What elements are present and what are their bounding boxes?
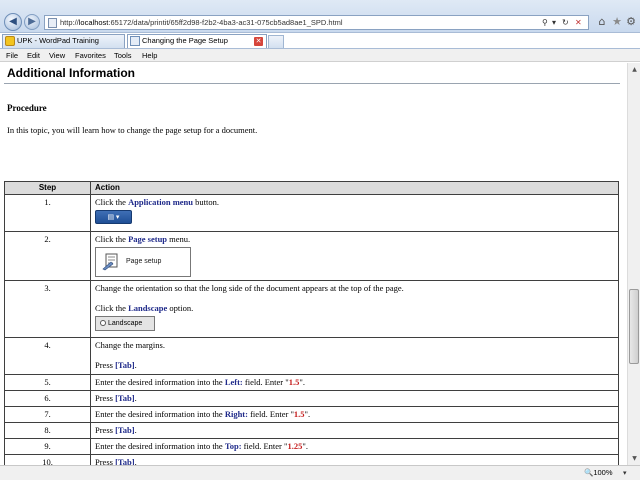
tab-upk-wordpad-training[interactable]: UPK - WordPad Training (2, 34, 125, 48)
upk-icon (5, 36, 15, 46)
step-action: Change the margins. Press [Tab]. (90, 337, 619, 375)
chevron-down-icon[interactable]: ▾ (623, 467, 627, 479)
steps-table: Step Action 1. Click the Application men… (4, 181, 619, 465)
column-header-action: Action (90, 181, 619, 195)
address-bar[interactable]: http://localhost:65172/data/printit/65ff… (44, 15, 589, 30)
page-icon (130, 36, 140, 46)
refresh-icon[interactable]: ↻ (562, 17, 569, 29)
table-row: 10. Press [Tab]. (4, 454, 619, 465)
ui-term: [Tab] (115, 360, 135, 370)
menu-favorites[interactable]: Favorites (75, 49, 106, 62)
menu-tools[interactable]: Tools (114, 49, 132, 62)
divider (4, 83, 620, 84)
step-number: 3. (4, 280, 91, 338)
vertical-scrollbar[interactable]: ▲ ▼ (627, 63, 640, 465)
menu-help[interactable]: Help (142, 49, 157, 62)
step-action: Press [Tab]. (90, 390, 619, 407)
ui-term: Top: (224, 441, 242, 451)
menu-file[interactable]: File (6, 49, 18, 62)
column-header-step: Step (4, 181, 91, 195)
step-action: Enter the desired information into the T… (90, 438, 619, 455)
page-setup-icon (102, 253, 118, 271)
table-row: 4. Change the margins. Press [Tab]. (4, 337, 619, 375)
intro-text: In this topic, you will learn how to cha… (7, 125, 258, 135)
table-row: 6. Press [Tab]. (4, 390, 619, 407)
landscape-option-screenshot: Landscape (95, 316, 155, 331)
star-icon[interactable]: ★ (610, 15, 624, 29)
new-tab-button[interactable] (268, 35, 284, 48)
step-action: Change the orientation so that the long … (90, 280, 619, 338)
step-action: Click the Application menu button. ▤ ▾ (90, 194, 619, 232)
step-number: 4. (4, 337, 91, 375)
ui-term: Left: (224, 377, 243, 387)
url-text[interactable]: http://localhost:65172/data/printit/65ff… (60, 17, 343, 29)
forward-arrow-icon[interactable]: ▶ (24, 14, 40, 30)
table-row: 7. Enter the desired information into th… (4, 406, 619, 423)
menu-view[interactable]: View (49, 49, 65, 62)
status-bar: 🔍100% ▾ (0, 465, 640, 480)
scroll-down-icon[interactable]: ▼ (629, 453, 640, 464)
step-action: Enter the desired information into the R… (90, 406, 619, 423)
chevron-down-icon[interactable]: ▾ (552, 17, 556, 29)
application-menu-button-screenshot: ▤ ▾ (95, 210, 132, 224)
ui-term: [Tab] (115, 393, 135, 403)
zoom-level[interactable]: 🔍100% (584, 467, 613, 479)
tab-label: UPK - WordPad Training (17, 36, 99, 45)
step-number: 7. (4, 406, 91, 423)
step-action: Enter the desired information into the L… (90, 374, 619, 391)
input-value: 1.5 (288, 377, 300, 387)
ui-term: Application menu (128, 197, 194, 207)
browser-toolbar: ◀ ▶ http://localhost:65172/data/printit/… (0, 0, 640, 33)
page-setup-label: Page setup (126, 258, 162, 265)
table-row: 1. Click the Application menu button. ▤ … (4, 194, 619, 232)
step-number: 9. (4, 438, 91, 455)
ui-term: Right: (224, 409, 248, 419)
table-row: 8. Press [Tab]. (4, 422, 619, 439)
step-number: 5. (4, 374, 91, 391)
step-action: Press [Tab]. (90, 422, 619, 439)
search-icon[interactable]: ⚲ (542, 17, 548, 29)
page-setup-menu-screenshot: Page setup (95, 247, 191, 277)
menu-bar: File Edit View Favorites Tools Help (0, 48, 640, 62)
ui-term: [Tab] (115, 425, 135, 435)
back-arrow-icon[interactable]: ◀ (4, 13, 22, 31)
scroll-up-icon[interactable]: ▲ (629, 64, 640, 75)
tab-label: Changing the Page Setup (142, 36, 228, 45)
menu-edit[interactable]: Edit (27, 49, 40, 62)
table-row: 5. Enter the desired information into th… (4, 374, 619, 391)
table-row: 9. Enter the desired information into th… (4, 438, 619, 455)
input-value: 1.5 (293, 409, 305, 419)
table-header-row: Step Action (4, 181, 619, 195)
table-row: 2. Click the Page setup menu. Page setup (4, 231, 619, 281)
step-number: 10. (4, 454, 91, 465)
page-content: Additional Information Procedure In this… (0, 63, 627, 465)
ui-term: Landscape (128, 303, 168, 313)
table-row: 3. Change the orientation so that the lo… (4, 280, 619, 338)
step-number: 1. (4, 194, 91, 232)
step-action: Click the Page setup menu. Page setup (90, 231, 619, 281)
home-icon[interactable]: ⌂ (595, 15, 609, 29)
gear-icon[interactable]: ⚙ (624, 15, 638, 29)
page-title: Additional Information (7, 66, 135, 80)
close-icon[interactable]: ✕ (254, 37, 263, 46)
step-number: 8. (4, 422, 91, 439)
procedure-heading: Procedure (7, 103, 47, 113)
input-value: 1.25 (287, 441, 303, 451)
page-icon (48, 18, 57, 28)
step-number: 2. (4, 231, 91, 281)
scrollbar-thumb[interactable] (629, 289, 639, 364)
ui-term: [Tab] (115, 457, 135, 465)
step-number: 6. (4, 390, 91, 407)
radio-icon (100, 320, 106, 326)
step-action: Press [Tab]. (90, 454, 619, 465)
tab-changing-page-setup[interactable]: Changing the Page Setup ✕ (127, 34, 267, 48)
ui-term: Page setup (128, 234, 168, 244)
stop-icon[interactable]: ✕ (575, 17, 582, 29)
